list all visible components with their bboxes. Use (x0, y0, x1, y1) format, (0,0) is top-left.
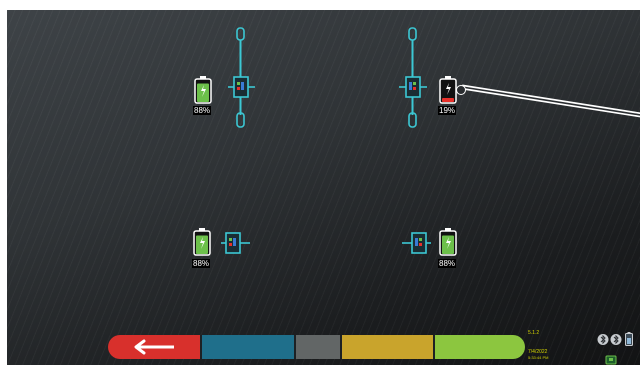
network-icon (605, 355, 617, 365)
software-version: 5.1.2 (528, 330, 540, 336)
bluetooth-icon (610, 334, 622, 345)
battery-icon (625, 332, 633, 346)
rear-left-sensor[interactable] (220, 230, 252, 260)
rear-right-sensor[interactable] (401, 230, 433, 260)
rear-right-battery (439, 228, 457, 256)
battery-icon (194, 76, 212, 104)
battery-icon (439, 76, 457, 104)
arrow-left-icon (134, 339, 174, 355)
battery-icon (439, 228, 457, 256)
bluetooth-icon (597, 334, 609, 345)
next-button[interactable] (435, 335, 525, 359)
cable-connector (456, 85, 466, 95)
bottom-navigation-bar (108, 335, 525, 359)
alignment-screen: 88% 19% 88% 88% 5.1.2 7/4/2022 5:33:44 P… (7, 10, 640, 365)
battery-icon (193, 228, 211, 256)
current-time: 5:33:44 PM (528, 355, 549, 360)
front-right-sensor[interactable] (399, 25, 429, 135)
rear-left-battery (193, 228, 211, 256)
front-right-battery (439, 76, 457, 104)
sensor-cable (461, 84, 640, 118)
front-left-battery (194, 76, 212, 104)
nav-blue-button[interactable] (202, 335, 296, 359)
front-left-battery-percent: 88% (193, 106, 212, 115)
front-left-sensor[interactable] (227, 25, 257, 135)
nav-yellow-button[interactable] (342, 335, 435, 359)
back-button[interactable] (108, 335, 202, 359)
nav-grey-button[interactable] (296, 335, 342, 359)
front-right-battery-percent: 19% (438, 106, 457, 115)
rear-right-battery-percent: 88% (438, 259, 457, 268)
rear-left-battery-percent: 88% (192, 259, 211, 268)
